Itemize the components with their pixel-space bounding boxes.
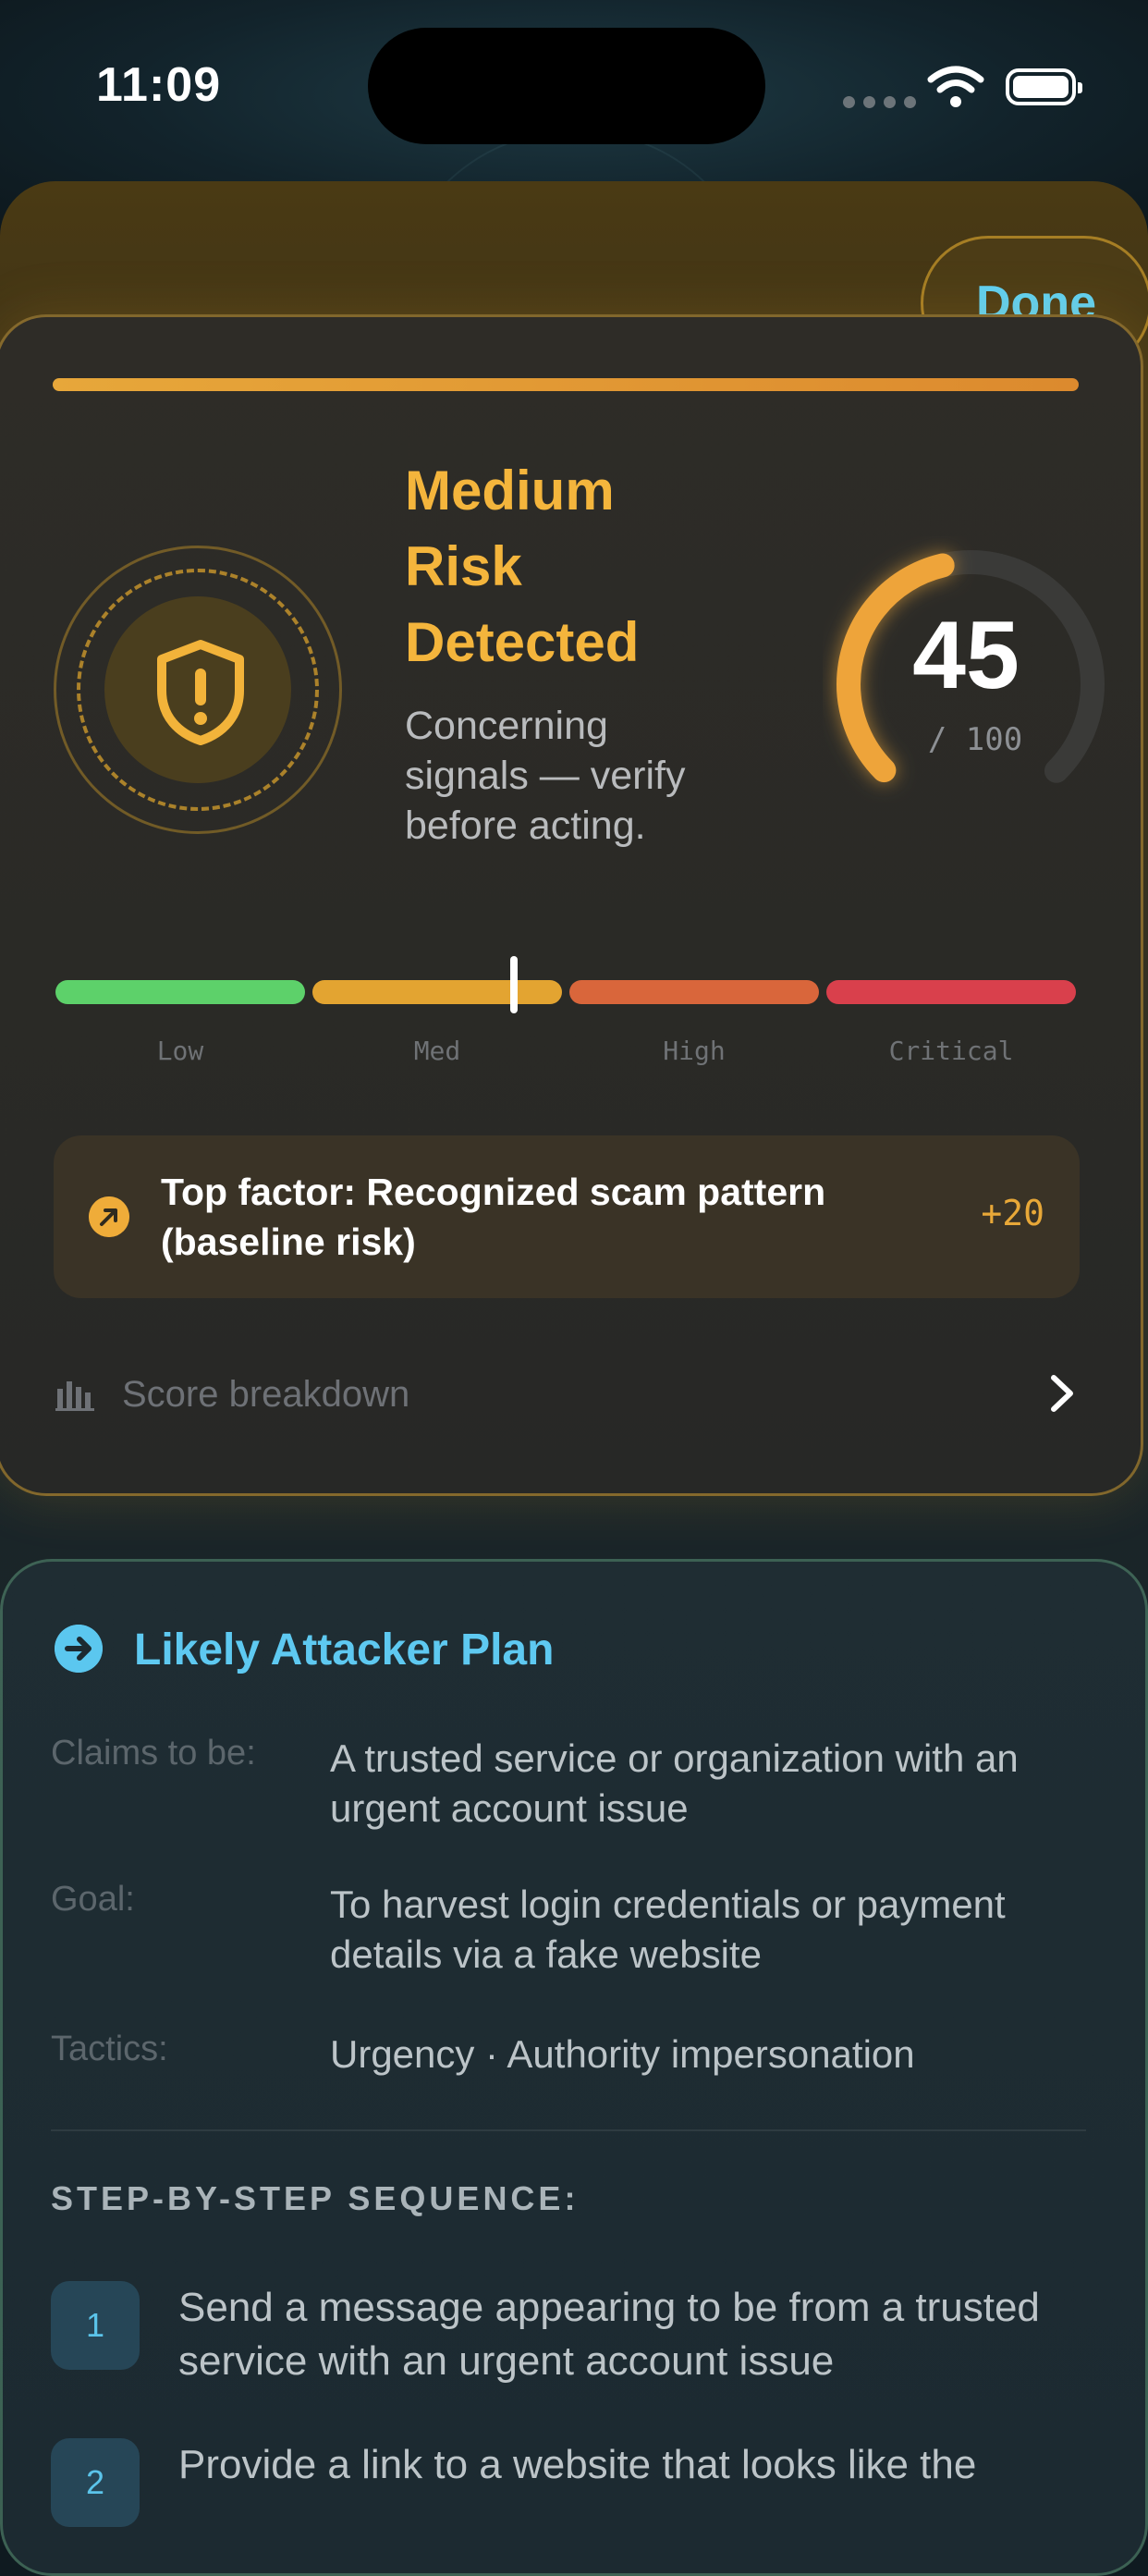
step-number: 1 (51, 2281, 140, 2370)
attacker-plan-title: Likely Attacker Plan (134, 1625, 555, 1674)
bar-chart-icon (55, 1381, 94, 1411)
plan-row-key: Tactics: (51, 2030, 168, 2068)
scale-segment-high (569, 980, 819, 1004)
scale-marker (510, 956, 518, 1013)
shield-alert-icon (157, 640, 244, 745)
risk-title: Medium Risk Detected (405, 460, 640, 673)
score-breakdown-row[interactable]: Score breakdown (55, 1368, 1081, 1424)
plan-row-key: Goal: (51, 1880, 135, 1919)
top-factor-card: Top factor: Recognized scam pattern (bas… (54, 1135, 1080, 1298)
divider (51, 2129, 1086, 2131)
plan-row-value: Urgency · Authority impersonation (330, 2032, 915, 2076)
attacker-plan-card: Likely Attacker Plan Claims to be: A tru… (0, 1559, 1148, 2576)
top-factor-value: +20 (981, 1193, 1044, 1233)
chevron-right-icon (1051, 1375, 1073, 1412)
step-text: Send a message appearing to be from a tr… (178, 2285, 1040, 2384)
top-factor-text: Top factor: Recognized scam pattern (bas… (161, 1171, 826, 1263)
trend-arrow-icon (89, 1196, 129, 1237)
plan-row-key: Claims to be: (51, 1734, 256, 1773)
score-breakdown-label: Score breakdown (122, 1374, 410, 1415)
risk-accent-bar (53, 378, 1079, 391)
shield-badge (54, 546, 342, 834)
step-text: Provide a link to a website that looks l… (178, 2442, 977, 2487)
scale-label-critical: Critical (888, 1036, 1014, 1066)
wifi-icon (927, 66, 984, 107)
step-number: 2 (51, 2438, 140, 2527)
battery-icon (1006, 68, 1082, 105)
risk-score-max: / 100 (927, 721, 1023, 758)
sequence-heading: STEP-BY-STEP SEQUENCE: (51, 2179, 580, 2217)
scale-label-high: High (663, 1036, 726, 1066)
scale-label-low: Low (156, 1036, 204, 1066)
plan-row-value: To harvest login credentials or payment … (330, 1883, 1006, 1976)
dynamic-island (368, 28, 765, 144)
scale-label-med: Med (413, 1036, 461, 1066)
scale-segment-critical (826, 980, 1076, 1004)
scale-segment-low (55, 980, 305, 1004)
scale-segment-med (312, 980, 562, 1004)
arrow-right-circle-icon (55, 1625, 103, 1673)
risk-description: Concerning signals — verify before actin… (405, 704, 686, 848)
risk-score-value: 45 (912, 602, 1020, 709)
cellular-icon (843, 96, 916, 108)
plan-row-value: A trusted service or organization with a… (330, 1736, 1019, 1830)
status-time: 11:09 (96, 58, 222, 112)
